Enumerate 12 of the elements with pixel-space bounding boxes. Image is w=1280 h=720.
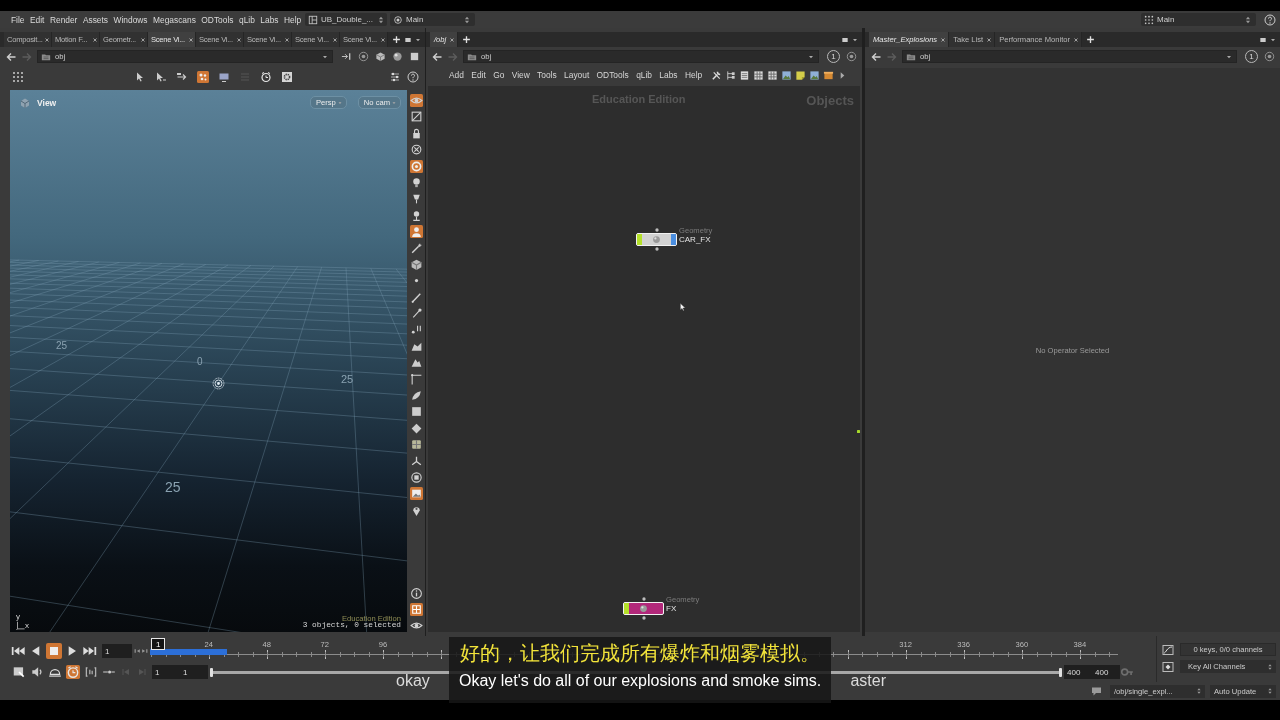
grid-label: 0 (197, 357, 203, 367)
node-name-label: FX (666, 604, 677, 613)
axis-label: y (16, 613, 21, 621)
axis-label: x (25, 622, 29, 630)
subtitle-line: Okay let's do all of our explosions and smoke sims. (458, 671, 822, 691)
caption-text: okay (396, 673, 430, 691)
grid-label: 25 (165, 480, 181, 494)
caption-text: aster (850, 673, 886, 691)
grid-label: 25 (341, 374, 354, 385)
grid-label: 25 (56, 341, 68, 351)
node-name-label: CAR_FX (679, 235, 711, 244)
viewport-title: View (37, 97, 57, 108)
